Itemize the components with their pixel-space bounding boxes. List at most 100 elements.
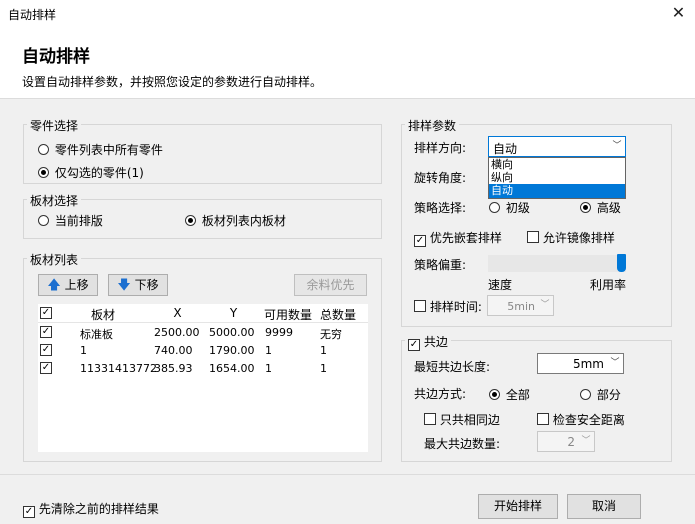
radio-circle[interactable] [185,215,196,226]
time-select-value: 5min [507,300,535,313]
bias-right-label: 利用率 [590,278,627,292]
radio-mode-partial[interactable]: 部分 [580,386,621,403]
move-up-label: 上移 [64,278,89,292]
radio-circle[interactable] [580,389,591,400]
check-safe-checkbox-row[interactable]: 检查安全距离 [537,411,625,428]
common-edge-checkbox-row[interactable]: ✓ 共边 [405,333,451,351]
cell-total: 1 [320,344,327,357]
radio-mode-all[interactable]: 全部 [489,386,530,403]
dropdown-option[interactable]: 横向 [489,158,627,171]
rotation-label: 旋转角度: [414,171,467,185]
dialog-header: 自动排样 设置自动排样参数，并按照您设定的参数进行自动排样。 [0,26,695,99]
check-safe-checkbox[interactable] [537,413,549,425]
time-checkbox-row[interactable]: 排样时间: [414,298,482,315]
sheet-table: ✓ 板材 X Y 可用数量 总数量 ✓ 标准板 2500.00 5000.00 … [38,304,368,452]
radio-circle[interactable] [489,202,500,213]
move-down-label: 下移 [134,278,159,292]
remnant-priority-label: 余料优先 [306,278,355,292]
select-all-checkbox[interactable]: ✓ [40,307,52,319]
priority-nest-checkbox-row[interactable]: ✓ 优先嵌套排样 [414,229,502,247]
remnant-priority-button[interactable]: 余料优先 [294,274,367,296]
clear-checkbox[interactable]: ✓ [23,506,35,518]
direction-dropdown-list: 横向 纵向 自动 [488,157,626,199]
same-only-checkbox-row[interactable]: 只共相同边 [424,411,500,428]
allow-mirror-checkbox-row[interactable]: 允许镜像排样 [527,229,615,246]
direction-select[interactable]: 自动 ﹀ [488,136,626,157]
radio-strategy-basic[interactable]: 初级 [489,199,530,216]
dropdown-option-selected[interactable]: 自动 [489,184,625,198]
start-nesting-button[interactable]: 开始排样 [478,494,558,519]
priority-nest-label: 优先嵌套排样 [429,231,502,245]
cell-available: 1 [265,344,272,357]
radio-all-parts[interactable]: 零件列表中所有零件 [38,141,163,158]
radio-mode-partial-label: 部分 [596,388,621,402]
same-only-checkbox[interactable] [424,413,436,425]
chevron-down-icon[interactable]: ﹀ [609,137,625,156]
window-title: 自动排样 [8,8,57,22]
bias-slider-thumb[interactable] [617,254,626,272]
table-row[interactable]: ✓ 标准板 2500.00 5000.00 9999 无穷 [38,324,368,342]
cell-available: 9999 [265,326,293,339]
table-row[interactable]: ✓ 1 740.00 1790.00 1 1 [38,342,368,360]
radio-circle[interactable] [489,389,500,400]
bias-label: 策略偏重: [414,258,467,272]
dropdown-option[interactable]: 纵向 [489,171,627,184]
title-bar: 自动排样 ✕ [0,0,695,26]
cell-y: 1654.00 [209,362,255,375]
header-divider [38,322,368,323]
chevron-down-icon[interactable]: ﹀ [607,354,623,373]
max-count-value: 2 [567,435,575,449]
radio-current-sheet[interactable]: 当前排版 [38,212,103,229]
allow-mirror-checkbox[interactable] [527,231,539,243]
row-checkbox[interactable]: ✓ [40,326,52,338]
radio-circle[interactable] [38,144,49,155]
footer-divider [0,474,695,475]
check-safe-label: 检查安全距离 [552,413,625,427]
col-header-total[interactable]: 总数量 [316,306,360,323]
cell-name: 11331413772 [80,362,157,375]
radio-strategy-advanced[interactable]: 高级 [580,199,621,216]
cell-x: 740.00 [154,344,193,357]
time-select[interactable]: 5min ﹀ [487,295,554,316]
radio-circle[interactable] [580,202,591,213]
col-header-x[interactable]: X [150,306,205,320]
radio-checked-parts[interactable]: 仅勾选的零件(1) [38,164,144,181]
radio-strategy-advanced-label: 高级 [596,201,621,215]
sheet-group-label: 板材选择 [27,192,82,209]
radio-strategy-basic-label: 初级 [505,201,530,215]
row-checkbox[interactable]: ✓ [40,344,52,356]
chevron-down-icon[interactable]: ﹀ [537,296,553,315]
common-edge-checkbox[interactable]: ✓ [408,339,420,351]
min-length-select[interactable]: 5mm ﹀ [537,353,624,374]
radio-all-parts-label: 零件列表中所有零件 [54,143,163,157]
close-icon[interactable]: ✕ [662,0,695,26]
same-only-label: 只共相同边 [439,413,500,427]
col-header-available[interactable]: 可用数量 [262,306,314,323]
common-edge-label: 共边 [423,335,448,349]
move-down-button[interactable]: 🡇 下移 [108,274,168,296]
sheet-list-label: 板材列表 [27,251,82,268]
bias-slider-track[interactable] [488,255,626,272]
mode-label: 共边方式: [414,387,467,401]
col-header-y[interactable]: Y [206,306,261,320]
radio-circle[interactable] [38,167,49,178]
arrow-down-icon: 🡇 [117,278,131,293]
priority-nest-checkbox[interactable]: ✓ [414,235,426,247]
max-count-select[interactable]: 2 ﹀ [537,431,595,452]
radio-list-sheet[interactable]: 板材列表内板材 [185,212,286,229]
move-up-button[interactable]: 🡅 上移 [38,274,98,296]
start-nesting-label: 开始排样 [493,499,542,513]
radio-circle[interactable] [38,215,49,226]
cancel-button[interactable]: 取消 [567,494,641,519]
clear-checkbox-row[interactable]: ✓ 先清除之前的排样结果 [23,500,159,518]
time-checkbox[interactable] [414,300,426,312]
row-checkbox[interactable]: ✓ [40,362,52,374]
col-header-sheet[interactable]: 板材 [58,306,148,323]
chevron-down-icon[interactable]: ﹀ [578,432,594,451]
min-length-label: 最短共边长度: [414,360,491,374]
direction-label: 排样方向: [414,141,467,155]
table-row[interactable]: ✓ 11331413772 385.93 1654.00 1 1 [38,360,368,378]
cell-name: 1 [80,344,87,357]
radio-checked-parts-label: 仅勾选的零件(1) [54,166,144,180]
cell-y: 5000.00 [209,326,255,339]
